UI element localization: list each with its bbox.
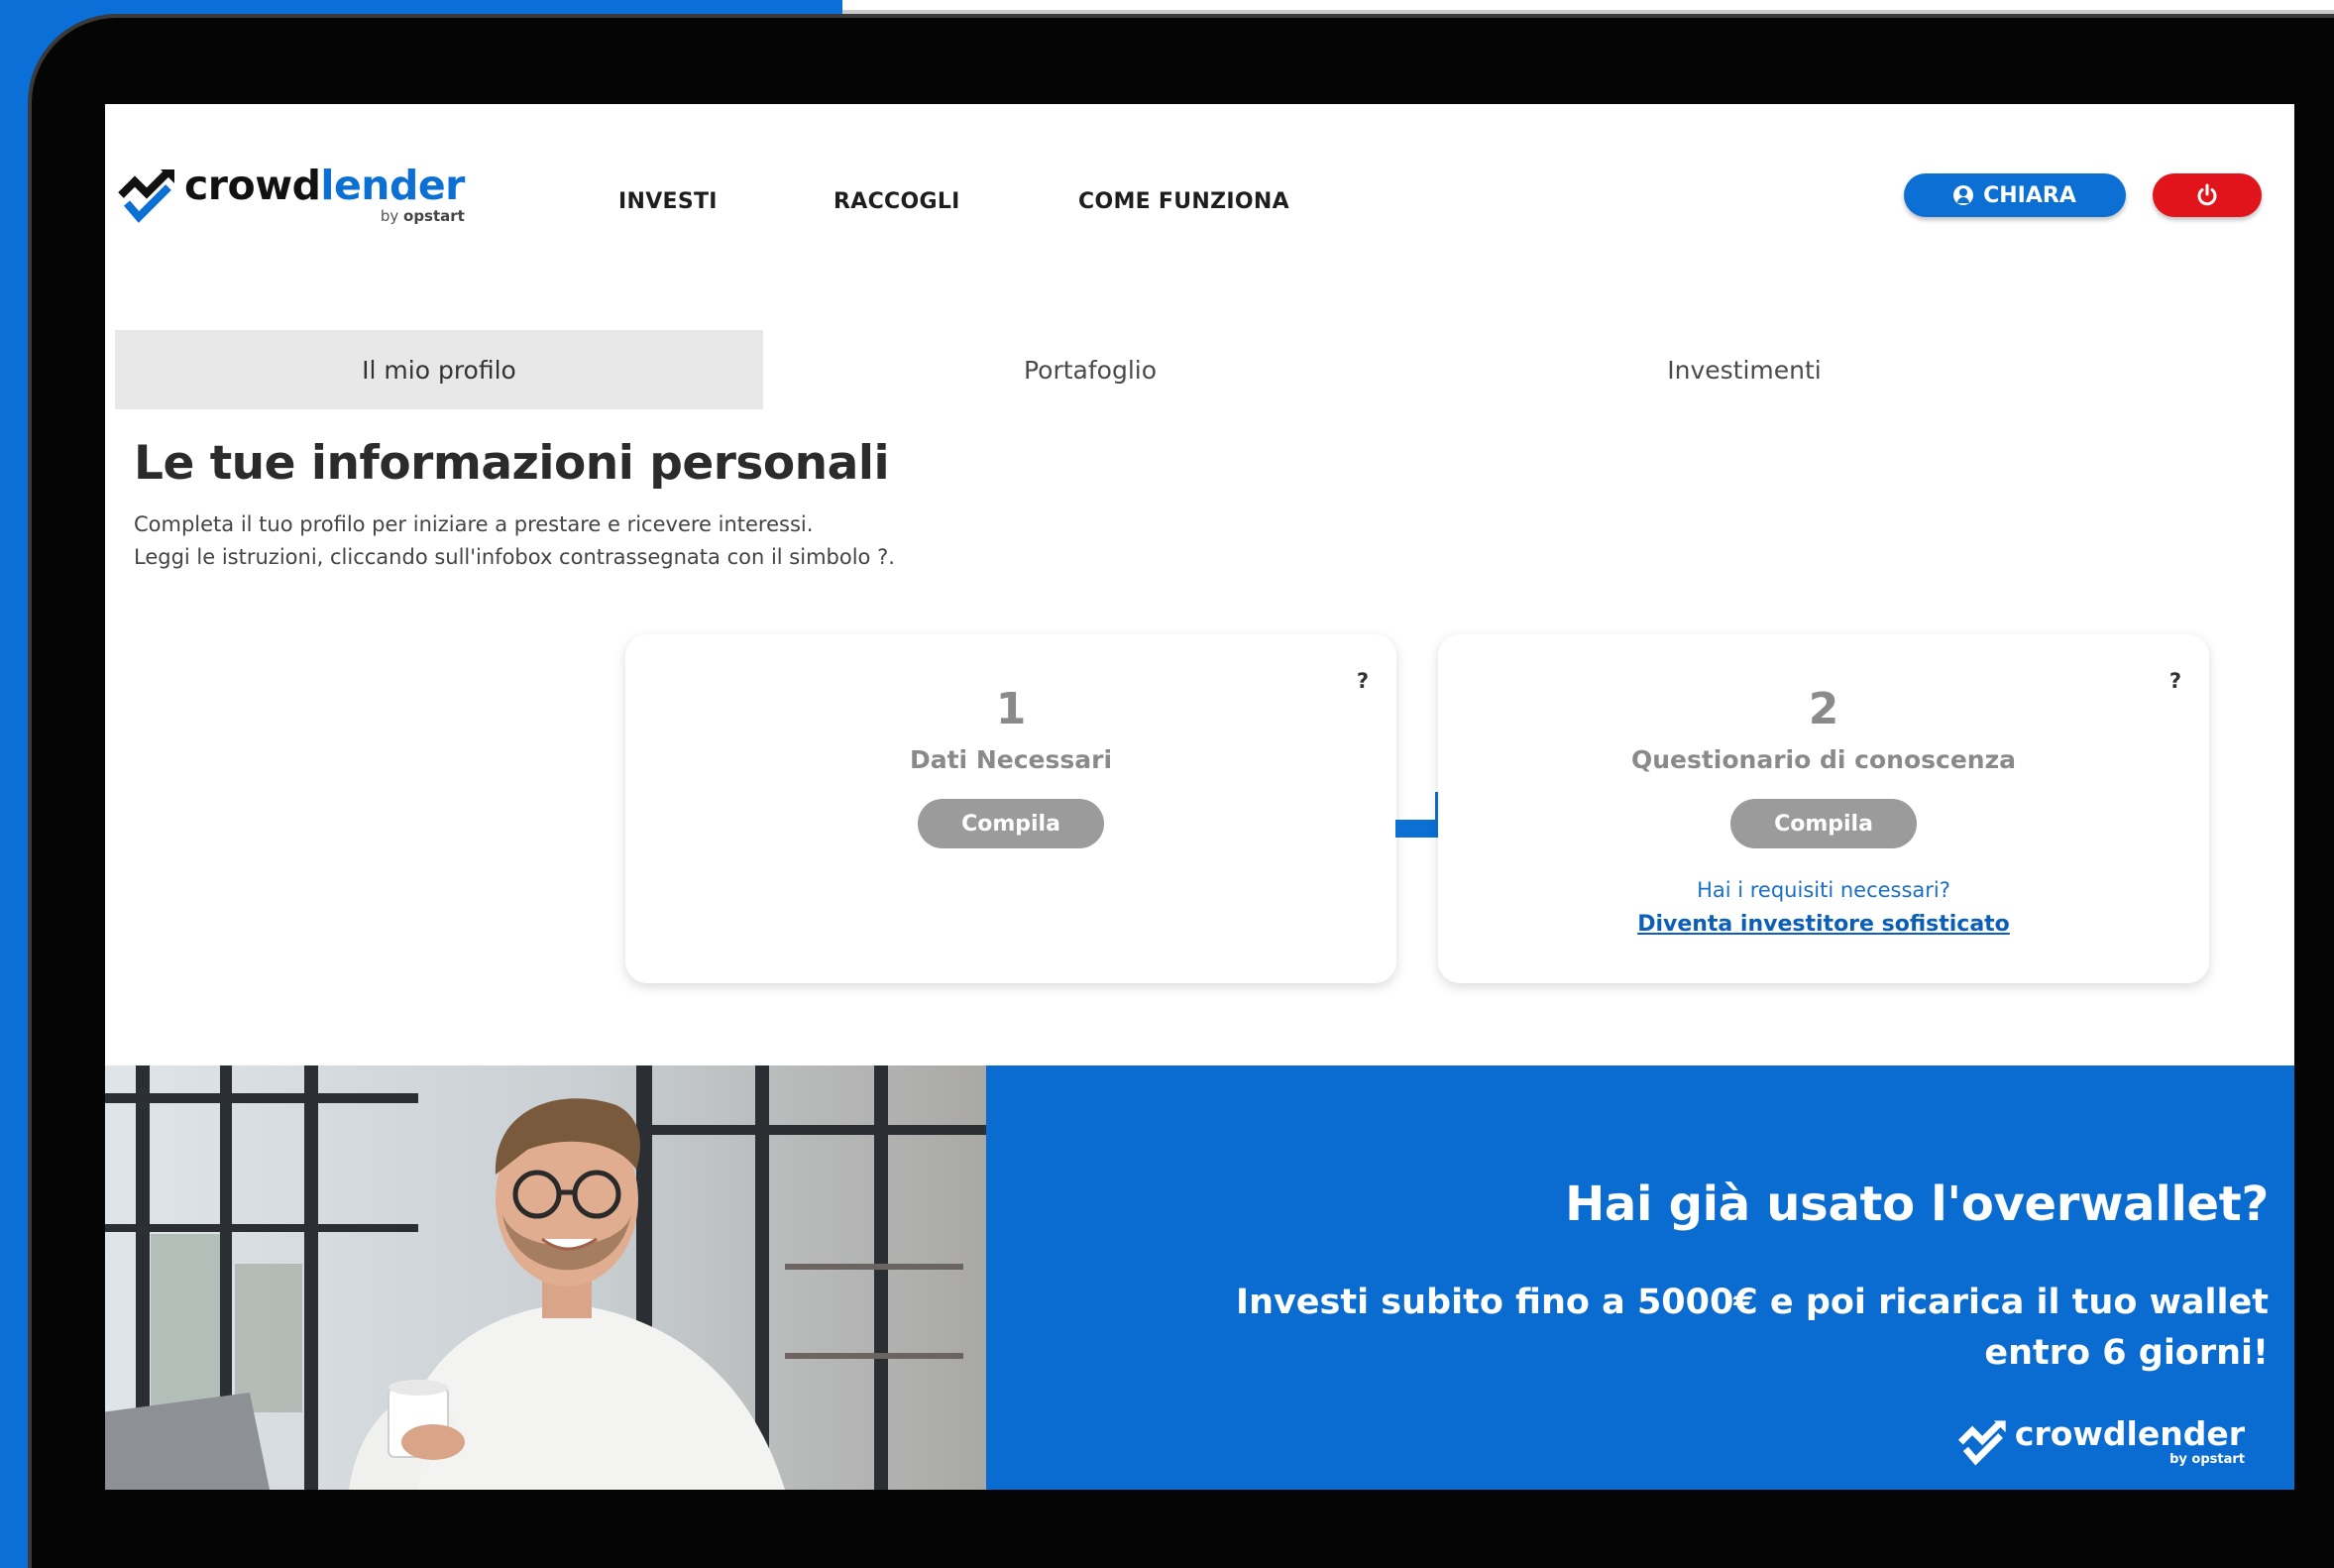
step-number: 2 — [1808, 684, 1839, 734]
banner-logo-byline: by opstart — [2169, 1452, 2245, 1467]
banner-logo: crowdlender by opstart — [1957, 1417, 2245, 1469]
compila-button[interactable]: Compila — [918, 799, 1104, 848]
user-name-label: CHIARA — [1983, 182, 2076, 208]
nav-investi[interactable]: INVESTI — [618, 189, 718, 214]
step-card-1: ? 1 Dati Necessari Compila — [625, 634, 1396, 983]
page-title: Le tue informazioni personali — [134, 436, 890, 491]
sophisticated-investor-link[interactable]: Diventa investitore sofisticato — [1438, 912, 2209, 937]
user-circle-icon — [1953, 185, 1974, 205]
requirement-question: Hai i requisiti necessari? — [1697, 878, 1950, 902]
step-number: 1 — [995, 684, 1027, 734]
logo-check-icon — [118, 169, 174, 223]
banner-heading: Hai già usato l'overwallet? — [1565, 1176, 2269, 1232]
tab-il-mio-profilo[interactable]: Il mio profilo — [115, 330, 763, 409]
banner-subtext: Investi subito fino a 5000€ e poi ricari… — [1236, 1283, 2269, 1373]
promo-banner[interactable]: Hai già usato l'overwallet? Investi subi… — [105, 1065, 2294, 1490]
power-icon — [2197, 183, 2217, 206]
brand-logo[interactable]: crowdlender by opstart — [117, 166, 465, 227]
banner-text-panel: Hai già usato l'overwallet? Investi subi… — [986, 1065, 2294, 1490]
step-title: Dati Necessari — [909, 745, 1113, 774]
page-subtitle-line1: Completa il tuo profilo per iniziare a p… — [134, 512, 814, 536]
page-subtitle-line2: Leggi le istruzioni, cliccando sull'info… — [134, 545, 895, 569]
tab-portafoglio[interactable]: Portafoglio — [763, 330, 1417, 409]
compila-button[interactable]: Compila — [1730, 799, 1917, 848]
logout-button[interactable] — [2153, 173, 2262, 217]
banner-logo-wordmark: crowdlender — [2014, 1414, 2245, 1453]
logo-byline: by opstart — [380, 207, 465, 225]
nav-come-funziona[interactable]: COME FUNZIONA — [1078, 189, 1289, 214]
nav-raccogli[interactable]: RACCOGLI — [834, 189, 960, 214]
logo-check-icon — [1957, 1420, 2006, 1466]
logo-wordmark: crowdlender — [184, 162, 465, 209]
screen: crowdlender by opstart INVESTI RACCOGLI … — [105, 104, 2294, 1490]
banner-photo — [105, 1065, 986, 1490]
tab-investimenti[interactable]: Investimenti — [1417, 330, 2071, 409]
step-title: Questionario di conoscenza — [1630, 745, 2017, 774]
step-card-2: ? 2 Questionario di conoscenza Compila H… — [1438, 634, 2209, 983]
user-account-button[interactable]: CHIARA — [1904, 173, 2126, 217]
